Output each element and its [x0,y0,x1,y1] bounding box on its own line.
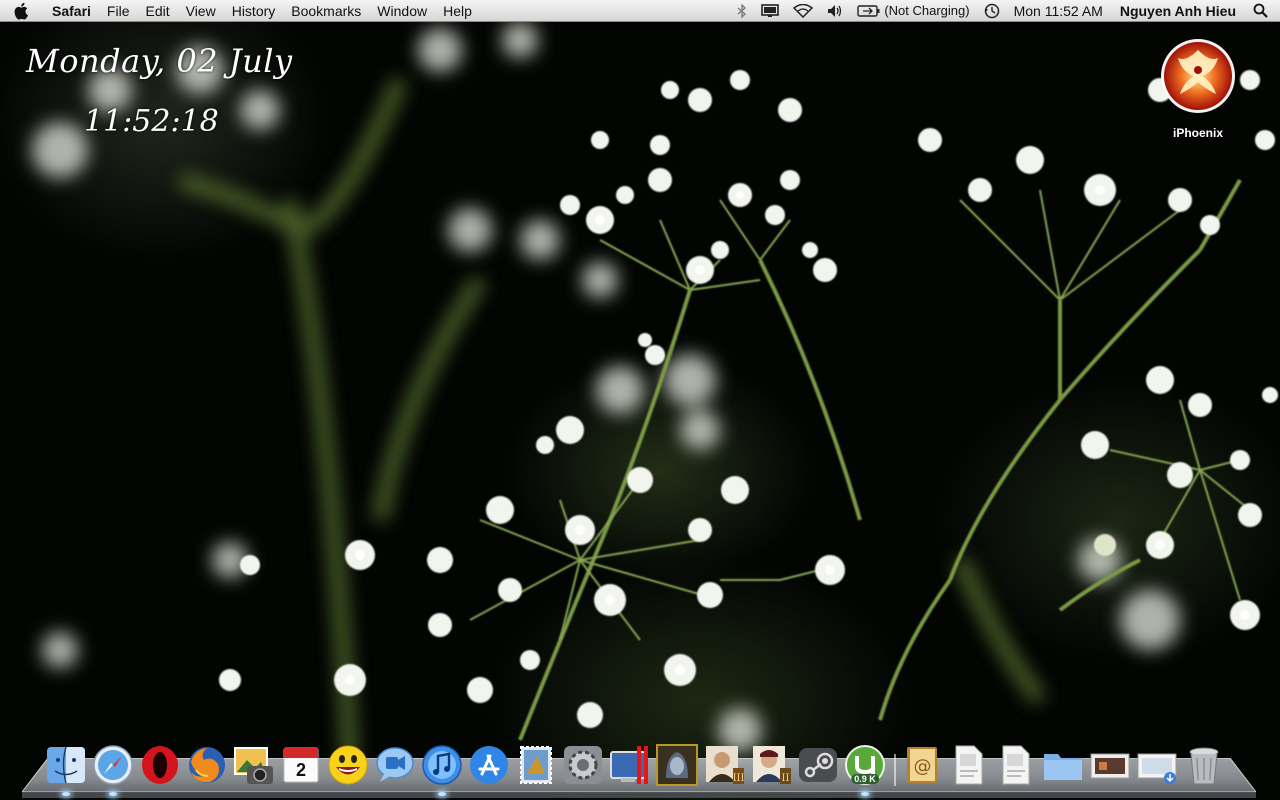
dock-warcraft[interactable] [655,742,699,786]
address-book-icon: @ [907,747,937,783]
clock-widget-date: Monday, 02 July [26,42,293,80]
parallels-icon [610,746,648,784]
spotlight-search-icon[interactable] [1246,3,1280,18]
dock-safari[interactable] [91,742,135,796]
clock-widget-time: 11:52:18 [84,104,219,139]
battery-status: (Not Charging) [884,3,970,18]
movie-file-icon [1090,753,1130,779]
menu-bar: Safari File Edit View History Bookmarks … [0,0,1280,22]
dock-downloads-stack[interactable] [1135,742,1179,786]
image-capture-icon [234,747,273,784]
dock-utorrent[interactable]: 0.9 K [843,742,887,796]
dock-yahoo-messenger[interactable] [326,742,370,786]
phoenix-icon [1158,36,1238,128]
running-indicator [438,792,446,796]
yahoo-messenger-icon [328,745,368,785]
dock-separator [890,742,900,786]
dock-mail-stamp[interactable] [514,742,558,786]
dock-age-of-empires-2[interactable]: II [749,742,793,786]
svg-text:@: @ [914,756,932,777]
menu-clock[interactable]: Mon 11:52 AM [1007,3,1110,19]
dock-parallels[interactable] [608,742,652,786]
menu-window[interactable]: Window [369,0,435,22]
menu-edit[interactable]: Edit [137,0,177,22]
opera-icon [142,746,178,784]
pdf-file-icon [955,745,983,785]
dock-system-preferences[interactable] [561,742,605,786]
dock-ical[interactable]: 2 [279,742,323,786]
menu-history[interactable]: History [224,0,284,22]
pdf-file-icon [1002,745,1030,785]
itunes-icon [422,745,462,785]
menu-app-name[interactable]: Safari [44,0,99,22]
dock-steam[interactable] [796,742,840,786]
wifi-icon[interactable] [786,3,820,18]
folder-icon [1044,754,1082,780]
menu-extras: (Not Charging) Mon 11:52 AM Nguyen Anh H… [730,0,1280,22]
warcraft-icon [656,744,698,786]
dock-image-capture[interactable] [232,742,276,786]
safari-icon [93,745,133,785]
running-indicator [109,792,117,796]
volume-icon[interactable] [820,4,850,18]
display-icon[interactable] [754,3,786,18]
trash-icon [1189,747,1219,785]
dock-icons: 2 III II 0.9 K @ [44,740,1229,796]
dock-ichat[interactable] [373,742,417,786]
ichat-icon [376,747,414,782]
menu-help[interactable]: Help [435,0,480,22]
mail-stamp-icon [520,746,552,784]
dock-itunes[interactable] [420,742,464,796]
running-indicator [861,792,869,796]
age-of-empires-2-icon: II [753,746,791,784]
dock-address-book[interactable]: @ [900,742,944,786]
age-of-empires-icon: III [706,746,745,784]
time-machine-icon[interactable] [977,3,1007,19]
desktop-icon-label: iPhoenix [1172,126,1223,140]
apple-logo-icon[interactable] [14,2,36,20]
dock-opera[interactable] [138,742,182,786]
dock-firefox[interactable] [185,742,229,786]
dock-finder[interactable] [44,742,88,796]
running-indicator [62,792,70,796]
ical-date-number: 2 [295,760,306,780]
dock-pdf-document[interactable] [947,742,991,786]
dock-age-of-empires[interactable]: III [702,742,746,786]
firefox-icon [189,747,225,783]
svg-text:III: III [733,773,745,784]
utorrent-badge: 0.9 K [851,774,879,784]
svg-text:II: II [782,773,790,784]
user-name[interactable]: Nguyen Anh Hieu [1110,3,1246,19]
steam-icon [799,748,837,782]
menu-view[interactable]: View [178,0,224,22]
desktop-icon-iphoenix[interactable]: iPhoenix [1156,36,1240,140]
dock-movie-file[interactable] [1088,742,1132,786]
dock-applications-folder[interactable] [1041,742,1085,786]
system-preferences-icon [564,746,602,784]
finder-icon [47,746,85,784]
bluetooth-icon[interactable] [730,3,754,18]
battery-icon[interactable]: (Not Charging) [850,3,976,18]
dock-trash[interactable] [1182,742,1226,786]
downloads-stack-icon [1137,753,1177,784]
dock-pdf-document-2[interactable] [994,742,1038,786]
app-store-icon [470,746,508,784]
menu-file[interactable]: File [99,0,138,22]
menu-bookmarks[interactable]: Bookmarks [283,0,369,22]
dock-app-store[interactable] [467,742,511,786]
